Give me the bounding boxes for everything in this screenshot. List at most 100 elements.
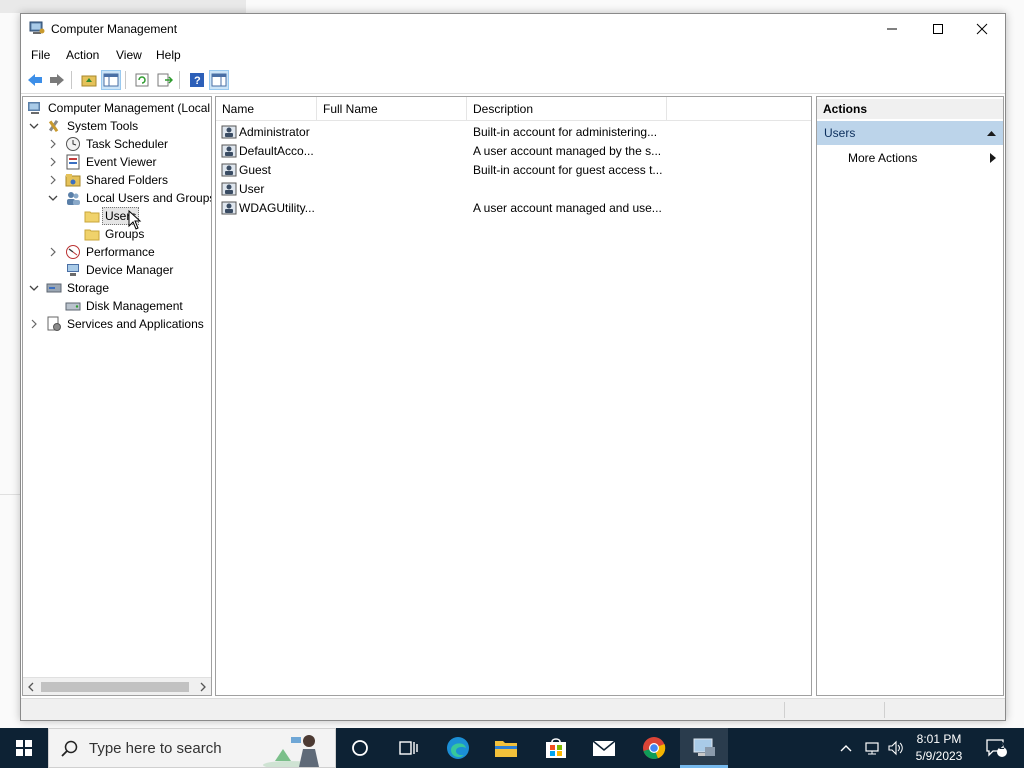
file-explorer-taskbar-button[interactable] [482, 728, 530, 768]
menu-action[interactable]: Action [66, 48, 99, 62]
user-account-icon [221, 182, 237, 196]
table-row[interactable]: WDAGUtility... A user account managed an… [216, 199, 811, 218]
cell-full-name [323, 123, 463, 142]
column-header-description[interactable]: Description [467, 97, 667, 121]
mail-taskbar-button[interactable] [580, 728, 628, 768]
maximize-icon [933, 24, 943, 34]
users-group-icon [67, 192, 80, 205]
toolbar: ? [21, 66, 1005, 94]
taskbar-clock[interactable]: 8:01 PM 5/9/2023 [908, 731, 970, 765]
action-center-button[interactable]: 2 [978, 728, 1014, 768]
menu-file[interactable]: File [31, 48, 50, 62]
network-button[interactable] [860, 728, 884, 768]
tree-label-storage: Storage [67, 281, 110, 295]
table-row[interactable]: Guest Built-in account for guest access … [216, 161, 811, 180]
show-hide-console-tree-button[interactable] [101, 70, 121, 90]
file-explorer-icon [495, 741, 517, 757]
back-button[interactable] [25, 70, 45, 90]
forward-button[interactable] [47, 70, 67, 90]
cell-description: A user account managed by the s... [473, 144, 662, 158]
start-button[interactable] [0, 728, 48, 768]
scrollbar-thumb[interactable] [41, 682, 189, 692]
tree-label-system-tools: System Tools [67, 119, 139, 133]
chevron-right-icon[interactable] [47, 174, 59, 186]
folder-icon [84, 211, 100, 223]
help-icon: ? [190, 73, 204, 87]
table-row[interactable]: User [216, 180, 811, 199]
volume-icon [888, 740, 903, 756]
edge-taskbar-button[interactable] [434, 728, 482, 768]
status-bar [21, 698, 1005, 720]
computer-management-icon [28, 102, 40, 114]
up-one-level-button[interactable] [79, 70, 99, 90]
users-list-pane[interactable]: Name Full Name Description Administrator… [215, 96, 812, 696]
maximize-button[interactable] [915, 14, 961, 44]
close-button[interactable] [959, 14, 1005, 44]
chevron-right-icon[interactable] [47, 156, 59, 168]
task-view-button[interactable] [384, 728, 432, 768]
menu-help[interactable]: Help [156, 48, 181, 62]
actions-group-users[interactable]: Users [817, 121, 1003, 145]
chevron-down-icon[interactable] [47, 192, 59, 204]
table-row[interactable]: Administrator Built-in account for admin… [216, 123, 811, 142]
table-row[interactable]: DefaultAcco... A user account managed by… [216, 142, 811, 161]
cortana-button[interactable] [336, 728, 384, 768]
tree-label-device-manager: Device Manager [86, 263, 174, 277]
tree-label-event-viewer: Event Viewer [86, 155, 157, 169]
chevron-down-icon[interactable] [28, 282, 40, 294]
user-account-icon [221, 144, 237, 158]
microsoft-store-taskbar-button[interactable] [532, 728, 580, 768]
list-header: Name Full Name Description [216, 97, 811, 121]
forward-arrow-icon [50, 74, 64, 86]
cell-description: A user account managed and use... [473, 201, 662, 215]
close-icon [976, 23, 988, 35]
computer-management-taskbar-button[interactable] [680, 728, 728, 768]
chevron-right-icon[interactable] [47, 138, 59, 150]
chrome-taskbar-button[interactable] [630, 728, 678, 768]
taskbar-search-box[interactable]: Type here to search [48, 728, 336, 768]
computer-management-icon [29, 21, 45, 34]
more-actions-item[interactable]: More Actions [817, 147, 1003, 169]
back-arrow-icon [28, 74, 42, 86]
minimize-button[interactable] [869, 14, 915, 44]
action-pane-icon [211, 73, 227, 87]
taskbar: Type here to search 8:01 PM 5/9/2023 2 [0, 728, 1024, 768]
chevron-down-icon[interactable] [28, 120, 40, 132]
chevron-right-icon[interactable] [47, 246, 59, 258]
help-button[interactable]: ? [187, 70, 207, 90]
column-header-name[interactable]: Name [216, 97, 317, 121]
window-title: Computer Management [51, 22, 178, 36]
export-list-button[interactable] [155, 70, 175, 90]
cell-name: User [239, 182, 265, 196]
user-account-icon [221, 163, 237, 177]
device-manager-icon [67, 264, 79, 276]
cell-description: Built-in account for guest access t... [473, 163, 663, 177]
collapse-up-icon[interactable] [987, 130, 996, 136]
clock-icon [66, 137, 80, 151]
scroll-left-icon[interactable] [27, 682, 35, 692]
refresh-button[interactable] [133, 70, 153, 90]
windows-logo-icon [16, 740, 32, 756]
tree-label-performance: Performance [86, 245, 155, 259]
computer-management-icon [693, 738, 715, 756]
column-header-full-name[interactable]: Full Name [317, 97, 467, 121]
chevron-up-icon [840, 745, 852, 752]
clock-date: 5/9/2023 [915, 749, 963, 763]
disk-management-icon [65, 302, 81, 311]
tree-label-shared-folders: Shared Folders [86, 173, 169, 187]
chevron-right-icon[interactable] [28, 318, 40, 330]
cell-name: WDAGUtility... [239, 201, 314, 215]
background-tab [0, 0, 246, 13]
show-hidden-icons-button[interactable] [834, 728, 858, 768]
menu-view[interactable]: View [116, 48, 142, 62]
mouse-cursor-icon [128, 210, 142, 230]
scroll-right-icon[interactable] [199, 682, 207, 692]
refresh-icon [135, 73, 149, 87]
export-list-icon [157, 73, 173, 87]
show-hide-action-pane-button[interactable] [209, 70, 229, 90]
volume-button[interactable] [884, 728, 906, 768]
console-tree-pane[interactable]: Computer Management (Local System Tools … [22, 96, 212, 696]
more-actions-label: More Actions [848, 151, 918, 165]
tree-horizontal-scrollbar[interactable] [23, 677, 211, 695]
svg-text:?: ? [194, 75, 201, 87]
